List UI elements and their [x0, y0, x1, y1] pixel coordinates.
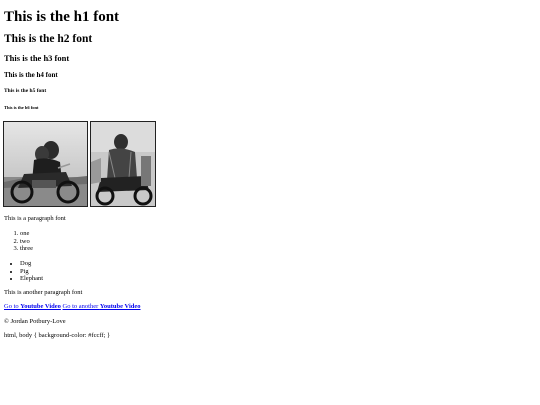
youtube-video-link[interactable]: Go to Youtube Video: [4, 303, 61, 310]
motorcycle-couple-photo: [3, 121, 88, 207]
another-youtube-video-link[interactable]: Go to another Youtube Video: [63, 303, 141, 310]
heading-h3: This is the h3 font: [4, 53, 70, 63]
paragraph-2: This is another paragraph font: [4, 289, 83, 296]
heading-h4: This is the h4 font: [4, 71, 58, 79]
link-prefix: Go to: [4, 303, 21, 310]
motorcycle-rider-photo: [90, 121, 156, 207]
list-item: Elephant: [20, 275, 43, 283]
list-item: two: [20, 238, 33, 246]
copyright-text: © Jordan Potbury-Love: [4, 318, 66, 325]
list-item: three: [20, 245, 33, 253]
photo-row: [3, 121, 156, 207]
ordered-list: one two three: [20, 230, 33, 253]
heading-h2: This is the h2 font: [4, 33, 93, 45]
paragraph-1: This is a paragraph font: [4, 215, 66, 222]
link-bold-text: Youtube Video: [20, 303, 61, 310]
list-item: Dog: [20, 260, 43, 268]
heading-h6: This is the h6 font: [4, 105, 39, 110]
list-item: Pig: [20, 268, 43, 276]
link-prefix: Go to another: [62, 303, 100, 310]
link-bold-text: Youtube Video: [99, 303, 141, 310]
css-code-text: html, body { background-color: #fccff; }: [4, 332, 111, 339]
heading-h5: This is the h5 font: [4, 88, 47, 94]
heading-h1: This is the h1 font: [4, 9, 120, 25]
video-links: Go to Youtube Video Go to another Youtub…: [4, 303, 141, 310]
list-item: one: [20, 230, 33, 238]
unordered-list: Dog Pig Elephant: [20, 260, 43, 283]
